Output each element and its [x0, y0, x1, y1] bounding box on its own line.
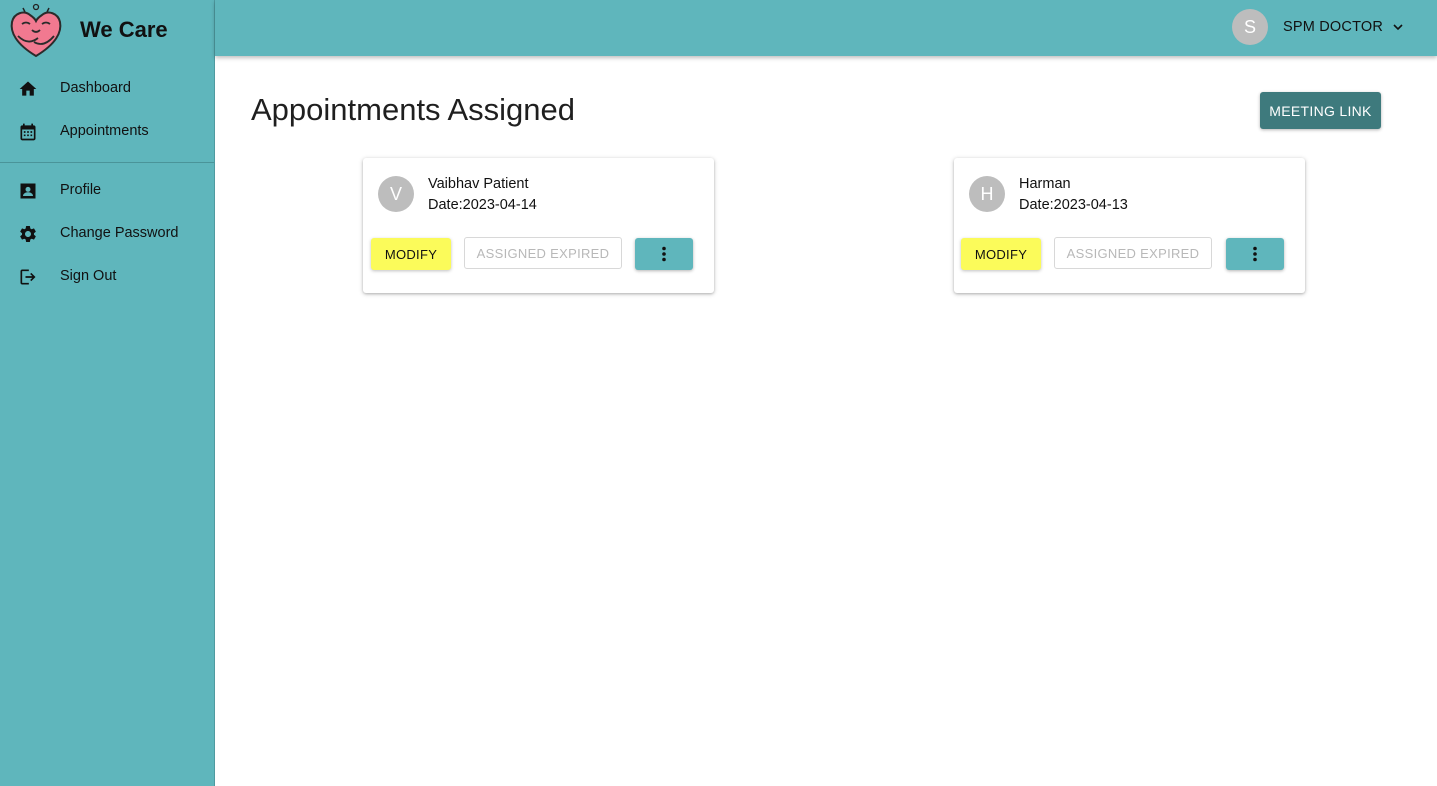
assigned-expired-button: ASSIGNED EXPIRED — [464, 237, 622, 269]
sidebar-item-label: Change Password — [60, 225, 179, 241]
sidebar-item-label: Dashboard — [60, 80, 131, 96]
more-vert-icon — [662, 246, 666, 262]
avatar: S — [1232, 9, 1268, 45]
user-name: SPM DOCTOR — [1283, 19, 1384, 35]
appointment-date: Date:2023-04-14 — [428, 197, 537, 213]
sidebar: We Care Dashboard Appointments Profile C… — [0, 0, 215, 786]
home-icon — [19, 81, 37, 96]
modify-button[interactable]: MODIFY — [371, 238, 451, 270]
appointment-card: H Harman Date:2023-04-13 MODIFY ASSIGNED… — [954, 158, 1305, 293]
more-options-button[interactable] — [1226, 238, 1284, 270]
sidebar-item-sign-out[interactable]: Sign Out — [0, 257, 214, 297]
top-app-bar: S SPM DOCTOR — [215, 0, 1437, 56]
user-menu[interactable]: S SPM DOCTOR — [1232, 9, 1412, 45]
avatar: H — [969, 176, 1005, 212]
app-title: We Care — [80, 17, 168, 42]
sidebar-item-dashboard[interactable]: Dashboard — [0, 69, 214, 109]
contact-card-icon — [20, 183, 36, 199]
more-vert-icon — [1253, 246, 1257, 262]
modify-button[interactable]: MODIFY — [961, 238, 1041, 270]
avatar: V — [378, 176, 414, 212]
page-title: Appointments Assigned — [251, 92, 575, 127]
gear-icon — [20, 225, 36, 242]
patient-name: Vaibhav Patient — [428, 176, 529, 192]
brand[interactable]: We Care — [0, 0, 214, 64]
sidebar-item-appointments[interactable]: Appointments — [0, 112, 214, 152]
chevron-down-icon — [1393, 24, 1403, 31]
sidebar-item-change-password[interactable]: Change Password — [0, 214, 214, 254]
more-options-button[interactable] — [635, 238, 693, 270]
meeting-link-button[interactable]: MEETING LINK — [1260, 92, 1381, 129]
logout-icon — [20, 269, 36, 285]
calendar-icon — [20, 123, 36, 141]
appointment-date: Date:2023-04-13 — [1019, 197, 1128, 213]
sidebar-divider — [0, 162, 214, 163]
patient-name: Harman — [1019, 176, 1071, 192]
sidebar-item-label: Profile — [60, 182, 102, 198]
assigned-expired-button: ASSIGNED EXPIRED — [1054, 237, 1212, 269]
sidebar-item-profile[interactable]: Profile — [0, 171, 214, 211]
sidebar-item-label: Appointments — [60, 123, 149, 139]
heart-logo-icon — [10, 3, 62, 58]
sidebar-item-label: Sign Out — [60, 268, 117, 284]
appointment-card: V Vaibhav Patient Date:2023-04-14 MODIFY… — [363, 158, 714, 293]
